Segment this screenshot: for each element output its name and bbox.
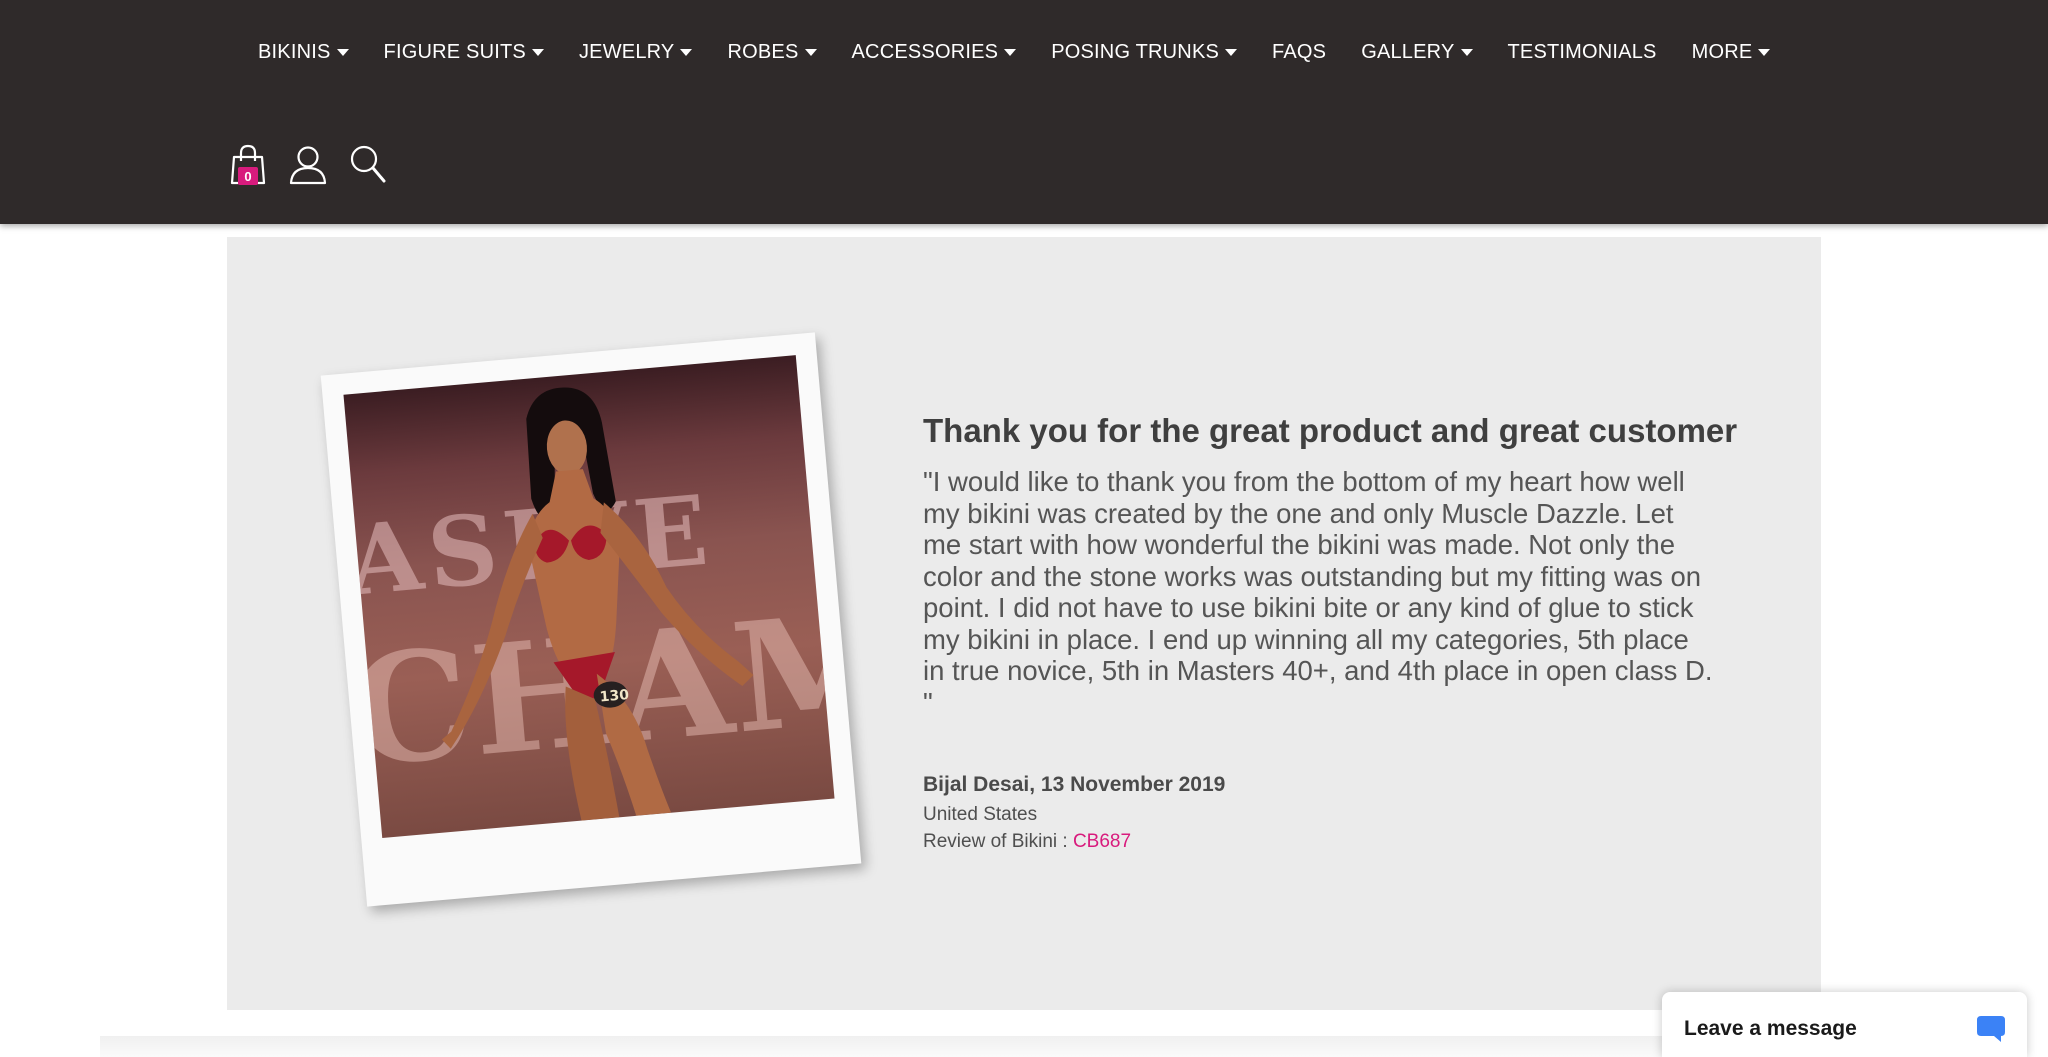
account-button[interactable]: [288, 143, 328, 187]
nav-label: FIGURE SUITS: [383, 40, 526, 63]
bib-number: 130: [599, 687, 630, 706]
customer-photo: ASIVE CHAMP 130: [343, 355, 835, 839]
nav-item-gallery[interactable]: GALLERY: [1361, 40, 1473, 64]
nav-label: FAQS: [1272, 40, 1327, 63]
nav-item-robes[interactable]: ROBES: [727, 40, 817, 64]
nav-item-testimonials[interactable]: TESTIMONIALS: [1508, 41, 1657, 64]
nav-item-more[interactable]: MORE: [1692, 41, 1771, 64]
testimonial-title: Thank you for the great product and grea…: [923, 412, 1738, 449]
user-icon: [289, 146, 327, 185]
main-nav: BIKINIS FIGURE SUITS JEWELRY ROBES ACCES…: [258, 38, 1805, 66]
cart-button[interactable]: 0: [228, 143, 268, 187]
caret-down-icon: [336, 49, 349, 56]
caret-down-icon: [1004, 49, 1017, 56]
nav-label: BIKINIS: [258, 40, 331, 63]
nav-label: JEWELRY: [578, 40, 675, 63]
cart-count-badge: 0: [238, 167, 258, 185]
nav-item-jewelry[interactable]: JEWELRY: [579, 41, 693, 64]
nav-label: ROBES: [727, 40, 799, 63]
caret-down-icon: [1460, 49, 1473, 56]
product-prefix: Review of Bikini :: [923, 831, 1073, 852]
nav-item-figure-suits[interactable]: FIGURE SUITS: [384, 41, 544, 64]
competitor-figure: 130: [441, 387, 754, 821]
nav-label: GALLERY: [1361, 40, 1455, 63]
chat-bubble-icon: [1977, 1015, 2005, 1042]
chat-label: Leave a message: [1684, 1016, 1857, 1040]
testimonial-product: Review of Bikini : CB687: [923, 828, 1713, 855]
testimonial-body: "I would like to thank you from the bott…: [923, 466, 1713, 718]
caret-down-icon: [680, 49, 693, 56]
nav-item-faqs[interactable]: FAQS: [1272, 41, 1326, 64]
polaroid-frame: ASIVE CHAMP 130: [320, 332, 862, 907]
nav-label: ACCESSORIES: [851, 40, 999, 63]
nav-item-posing-trunks[interactable]: POSING TRUNKS: [1051, 40, 1238, 64]
nav-label: TESTIMONIALS: [1507, 40, 1657, 63]
nav-label: POSING TRUNKS: [1051, 40, 1220, 63]
site-header: BIKINIS FIGURE SUITS JEWELRY ROBES ACCES…: [0, 0, 2048, 224]
testimonial-country: United States: [923, 804, 1038, 825]
caret-down-icon: [531, 49, 544, 56]
nav-item-bikinis[interactable]: BIKINIS: [258, 41, 349, 64]
nav-label: MORE: [1691, 40, 1753, 63]
nav-item-accessories[interactable]: ACCESSORIES: [852, 41, 1017, 64]
search-icon: [350, 145, 386, 183]
caret-down-icon: [1758, 49, 1771, 56]
product-link[interactable]: CB687: [1073, 831, 1131, 852]
chat-widget[interactable]: Leave a message: [1662, 992, 2027, 1057]
search-button[interactable]: [348, 143, 388, 187]
testimonial-content: Thank you for the great product and grea…: [923, 410, 1738, 855]
header-icons: 0: [228, 142, 408, 188]
testimonial-author-date: Bijal Desai, 13 November 2019: [923, 773, 1226, 796]
caret-down-icon: [1225, 49, 1238, 56]
caret-down-icon: [804, 49, 817, 56]
